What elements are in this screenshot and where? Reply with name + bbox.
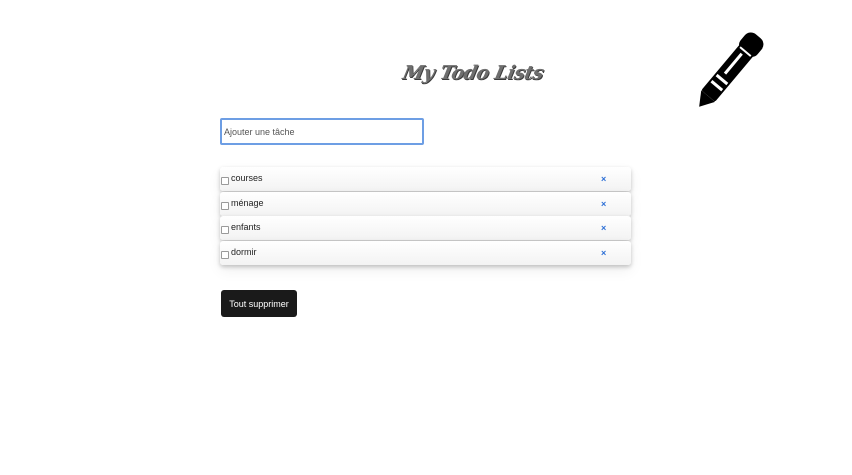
todo-checkbox[interactable] bbox=[221, 250, 229, 259]
todo-item: enfants × bbox=[220, 216, 631, 240]
app-title: My Todo Lists bbox=[400, 62, 546, 84]
delete-todo-button[interactable]: × bbox=[601, 248, 606, 258]
add-task-input[interactable] bbox=[220, 118, 424, 145]
todo-item: courses × bbox=[220, 167, 631, 191]
clear-all-button[interactable]: Tout supprimer bbox=[221, 290, 297, 317]
todo-label: courses bbox=[231, 173, 263, 183]
delete-todo-button[interactable]: × bbox=[601, 224, 606, 233]
todo-checkbox[interactable] bbox=[221, 226, 229, 234]
todo-label: dormir bbox=[231, 246, 257, 257]
delete-todo-button[interactable]: × bbox=[601, 175, 606, 184]
todo-checkbox[interactable] bbox=[221, 177, 229, 185]
todo-checkbox[interactable] bbox=[221, 201, 229, 210]
todo-label: ménage bbox=[231, 197, 264, 208]
todo-item: dormir × bbox=[220, 240, 631, 265]
todo-label: enfants bbox=[231, 222, 261, 232]
todo-page: My Todo Lists courses × ménage × enfants… bbox=[0, 0, 852, 475]
todo-list: courses × ménage × enfants × dormir × bbox=[220, 167, 631, 265]
delete-todo-button[interactable]: × bbox=[601, 199, 606, 209]
pen-icon bbox=[699, 32, 764, 107]
todo-item: ménage × bbox=[220, 191, 631, 216]
